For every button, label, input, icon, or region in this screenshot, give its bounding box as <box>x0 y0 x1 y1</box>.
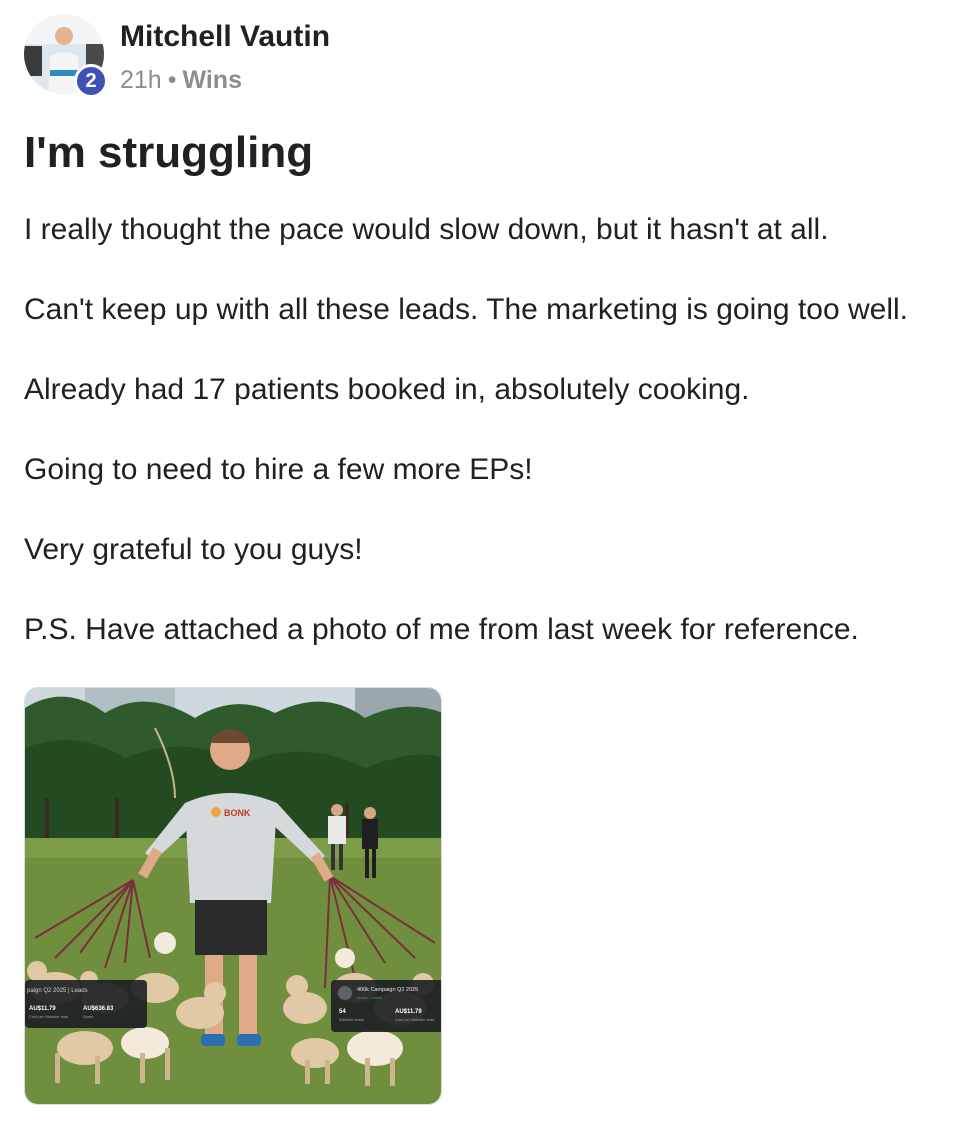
right-card-title: 400k Campaign Q2 2025 <box>357 987 418 993</box>
left-card-stat2-value: AU$636.83 <box>83 1006 114 1012</box>
post-time: 21h <box>120 66 162 94</box>
right-card-stat1-value: 54 <box>339 1009 346 1015</box>
post-paragraph: Already had 17 patients booked in, absol… <box>24 373 750 406</box>
post-meta: 21h • Wins <box>120 66 242 95</box>
post-image-attachment[interactable]: BONK paign Q2 2025 | Leads AU$11.79 Cost… <box>24 687 442 1105</box>
right-card-stat2-value: AU$11.79 <box>395 1009 422 1015</box>
shirt-logo-text: BONK <box>224 808 251 818</box>
left-stats-card: paign Q2 2025 | Leads AU$11.79 Cost per … <box>25 980 147 1028</box>
right-card-subtitle: Active • Leads <box>357 995 382 1000</box>
author-name[interactable]: Mitchell Vautin <box>120 20 330 54</box>
level-badge: 2 <box>74 64 108 98</box>
meta-separator: • <box>167 66 177 94</box>
campaign-avatar-icon <box>338 986 352 1000</box>
right-card-stat1-label: Website leads <box>339 1017 364 1022</box>
left-card-stat1-label: Cost per Website lead <box>29 1014 68 1019</box>
right-stats-card: 400k Campaign Q2 2025 Active • Leads 54 … <box>331 980 441 1032</box>
post-title: I'm struggling <box>24 128 314 177</box>
post-category[interactable]: Wins <box>182 66 242 94</box>
post-paragraph: Can't keep up with all these leads. The … <box>24 293 909 326</box>
left-card-stat2-label: Spent <box>83 1014 94 1019</box>
post-paragraph: Very grateful to you guys! <box>24 533 363 566</box>
right-card-stat2-label: Cost per Website lead <box>395 1017 434 1022</box>
left-card-stat1-value: AU$11.79 <box>29 1006 56 1012</box>
left-card-title: paign Q2 2025 | Leads <box>27 988 88 994</box>
post-paragraph: Going to need to hire a few more EPs! <box>24 453 533 486</box>
post-header: 2 Mitchell Vautin 21h • Wins <box>24 14 624 104</box>
post-paragraph: P.S. Have attached a photo of me from la… <box>24 613 859 646</box>
post-card: 2 Mitchell Vautin 21h • Wins I'm strugglin… <box>0 0 980 1122</box>
post-body: I really thought the pace would slow dow… <box>24 210 974 690</box>
post-paragraph: I really thought the pace would slow dow… <box>24 213 829 246</box>
